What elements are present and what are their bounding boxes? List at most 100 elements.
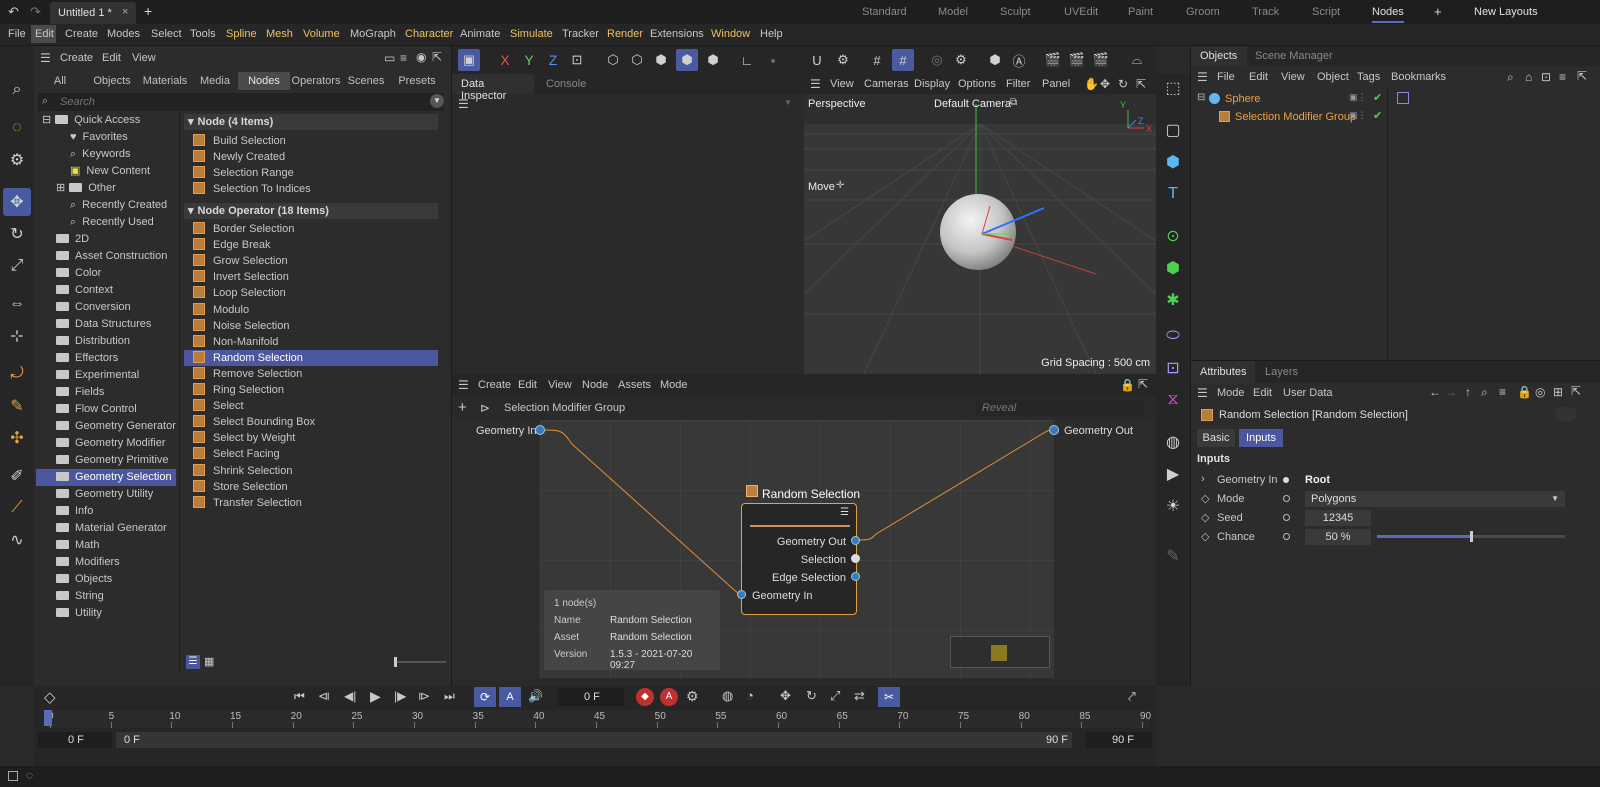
- tree-item-material-generator[interactable]: Material Generator: [56, 520, 167, 537]
- toggle-icon[interactable]: [1555, 407, 1577, 421]
- menu-window[interactable]: Window: [711, 28, 750, 40]
- menu-animate[interactable]: Animate: [460, 28, 500, 40]
- settings-gear-icon[interactable]: ⚙: [950, 49, 972, 71]
- arrow-up-icon[interactable]: ↑: [1465, 385, 1471, 399]
- viewport-menu-cameras[interactable]: Cameras: [864, 78, 909, 90]
- node-item-ring-selection[interactable]: Ring Selection: [184, 382, 438, 398]
- sound-icon[interactable]: ◎: [926, 49, 948, 71]
- node-item-selection-range[interactable]: Selection Range: [184, 165, 438, 181]
- model-mode-icon[interactable]: ▣: [458, 49, 480, 71]
- current-frame-field[interactable]: 0 F: [558, 688, 624, 706]
- enabled-check-icon[interactable]: ✔: [1373, 91, 1382, 104]
- deformer-icon[interactable]: ⬭: [1159, 322, 1187, 350]
- edges-mode-icon[interactable]: ⬡: [626, 49, 648, 71]
- object-name[interactable]: Sphere: [1225, 93, 1260, 105]
- spline-pen-icon[interactable]: ∿: [3, 526, 31, 554]
- minimize-icon[interactable]: ▭: [384, 51, 395, 65]
- timeline-curve-icon[interactable]: ⤤: [1128, 688, 1136, 705]
- objects-menu-tags[interactable]: Tags: [1357, 71, 1380, 83]
- menu-mograph[interactable]: MoGraph: [350, 28, 396, 40]
- grid-view-icon[interactable]: ▦: [204, 655, 214, 668]
- menu-render[interactable]: Render: [607, 28, 643, 40]
- knife-icon[interactable]: ⟋: [3, 494, 31, 522]
- tab-operators[interactable]: Operators: [290, 72, 342, 90]
- port-geometry-in[interactable]: [737, 590, 746, 599]
- tree-item-utility[interactable]: Utility: [56, 605, 102, 622]
- playhead[interactable]: [44, 710, 52, 726]
- assets-menu-edit[interactable]: Edit: [102, 52, 121, 64]
- transform-icon[interactable]: ⇔: [3, 290, 31, 318]
- tree-item-recently-used[interactable]: ⌕ Recently Used: [70, 214, 154, 231]
- add-layout-button[interactable]: +: [1434, 4, 1442, 19]
- node-item-remove-selection[interactable]: Remove Selection: [184, 366, 438, 382]
- object-name[interactable]: Selection Modifier Group: [1235, 111, 1356, 123]
- menu-tools[interactable]: Tools: [190, 28, 216, 40]
- tree-item-quick-access[interactable]: ⊟ Quick Access: [42, 112, 140, 129]
- new-layouts-button[interactable]: New Layouts: [1474, 6, 1538, 18]
- auto-key-icon[interactable]: A: [660, 688, 678, 706]
- attr-menu-user-data[interactable]: User Data: [1283, 387, 1333, 399]
- port-selection[interactable]: [851, 554, 860, 563]
- object-row-selection-modifier-group[interactable]: Selection Modifier Group ▣⋮ ✔: [1191, 108, 1391, 126]
- tab-nodes[interactable]: Nodes: [238, 72, 290, 90]
- key-time-icon[interactable]: ◔: [746, 688, 754, 703]
- assets-menu-view[interactable]: View: [132, 52, 156, 64]
- key-param-icon[interactable]: ⇄: [854, 688, 865, 704]
- expand-icon[interactable]: ⇱: [1571, 384, 1581, 398]
- subtab-inputs[interactable]: Inputs: [1239, 429, 1283, 447]
- next-frame-icon[interactable]: |▶: [394, 689, 406, 703]
- tree-item-color[interactable]: Color: [56, 265, 101, 282]
- tree-item-favorites[interactable]: ♥ Favorites: [70, 129, 128, 146]
- loop-icon[interactable]: ⟳: [474, 687, 496, 707]
- tree-item-fields[interactable]: Fields: [56, 384, 104, 401]
- layout-uvedit[interactable]: UVEdit: [1064, 6, 1098, 18]
- menu-spline[interactable]: Spline: [226, 28, 257, 40]
- node-item-store-selection[interactable]: Store Selection: [184, 479, 438, 495]
- slider-handle[interactable]: [394, 657, 397, 667]
- viewport-menu-display[interactable]: Display: [914, 78, 950, 90]
- home-icon[interactable]: ⌂: [1525, 70, 1532, 84]
- start-field[interactable]: 0 F: [38, 732, 112, 748]
- seed-field[interactable]: 12345: [1305, 510, 1371, 526]
- chevron-down-icon[interactable]: ▼: [430, 94, 444, 108]
- zoom-slider[interactable]: [394, 657, 446, 667]
- node-item-build-selection[interactable]: Build Selection: [184, 133, 438, 149]
- menu-help[interactable]: Help: [760, 28, 783, 40]
- tree-item-geometry-generator[interactable]: Geometry Generator: [56, 418, 176, 435]
- add-icon[interactable]: ⊞: [1553, 385, 1563, 399]
- menu-modes[interactable]: Modes: [107, 28, 140, 40]
- objects-menu-file[interactable]: File: [1217, 71, 1235, 83]
- section-header-node[interactable]: ▾ Node (4 Items): [184, 114, 438, 130]
- port-circle-icon[interactable]: [1283, 495, 1290, 502]
- search-input[interactable]: [60, 95, 420, 109]
- tree-item-geometry-selection[interactable]: Geometry Selection: [36, 469, 176, 486]
- menu-volume[interactable]: Volume: [303, 28, 340, 40]
- auto-keying-a-icon[interactable]: A: [499, 687, 521, 707]
- keyframe-diamond-icon[interactable]: ◇: [1201, 511, 1209, 524]
- tweak-icon[interactable]: ⚙: [3, 146, 31, 174]
- paint-icon[interactable]: ✣: [3, 424, 31, 452]
- key-lock-icon[interactable]: ◍: [722, 688, 733, 704]
- node-item-select-by-weight[interactable]: Select by Weight: [184, 430, 438, 446]
- expand-icon[interactable]: ⇱: [1577, 69, 1587, 83]
- tree-item-modifiers[interactable]: Modifiers: [56, 554, 120, 571]
- tree-item-2d[interactable]: 2D: [56, 231, 89, 248]
- expand-arrow-icon[interactable]: ›: [1201, 473, 1205, 485]
- polygons-mode-icon[interactable]: ⬢: [650, 49, 672, 71]
- visibility-dots-icon[interactable]: ▣⋮: [1349, 110, 1367, 121]
- status-check-icon[interactable]: ◌: [26, 768, 33, 782]
- spline-rectangle-icon[interactable]: ▢: [1159, 116, 1187, 144]
- tree-item-keywords[interactable]: ⌕ Keywords: [70, 146, 130, 163]
- object-mode-icon[interactable]: ⬢: [676, 49, 698, 71]
- field-icon[interactable]: ⊡: [1159, 354, 1187, 382]
- previous-key-icon[interactable]: ⧏: [318, 689, 330, 703]
- key-position-icon[interactable]: ✥: [780, 688, 791, 704]
- chance-slider[interactable]: [1377, 531, 1565, 542]
- tree-item-objects[interactable]: Objects: [56, 571, 112, 588]
- rotate-view-icon[interactable]: ↻: [1118, 77, 1128, 91]
- node-item-select[interactable]: Select: [184, 398, 438, 414]
- node-item-non-manifold[interactable]: Non-Manifold: [184, 334, 438, 350]
- layout-script[interactable]: Script: [1312, 6, 1340, 18]
- go-to-end-icon[interactable]: ⏭: [444, 689, 455, 704]
- end-field[interactable]: 90 F: [1086, 732, 1152, 748]
